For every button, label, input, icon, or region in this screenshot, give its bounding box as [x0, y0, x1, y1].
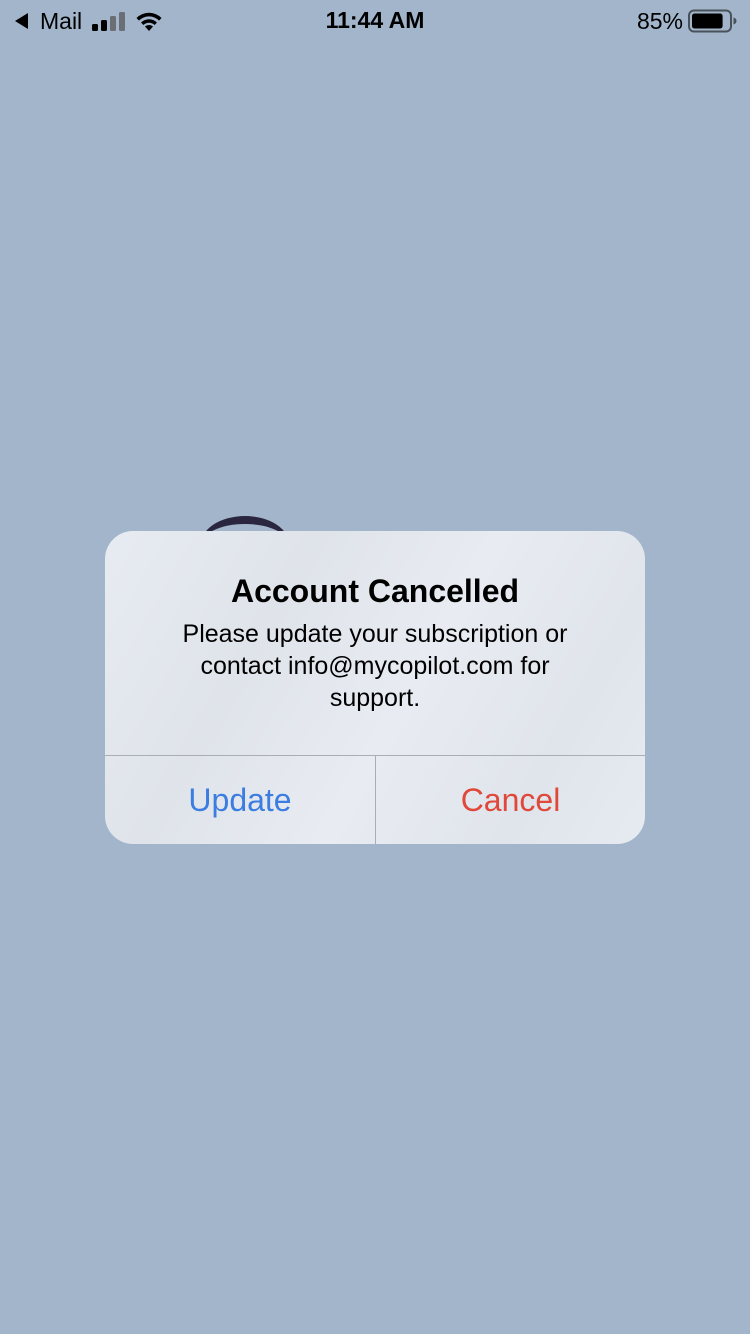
status-bar: Mail 11:44 AM 85% — [0, 0, 750, 40]
alert-body: Account Cancelled Please update your sub… — [105, 531, 645, 755]
alert-message: Please update your subscription or conta… — [182, 620, 568, 712]
update-button[interactable]: Update — [105, 756, 375, 844]
status-right: 85% — [637, 6, 738, 36]
battery-fill — [692, 13, 723, 29]
alert-title: Account Cancelled — [230, 573, 520, 609]
alert-dialog: Account Cancelled Please update your sub… — [105, 531, 645, 844]
battery-icon — [688, 9, 738, 33]
cancel-button[interactable]: Cancel — [376, 756, 645, 844]
battery-percent: 85% — [636, 8, 683, 34]
